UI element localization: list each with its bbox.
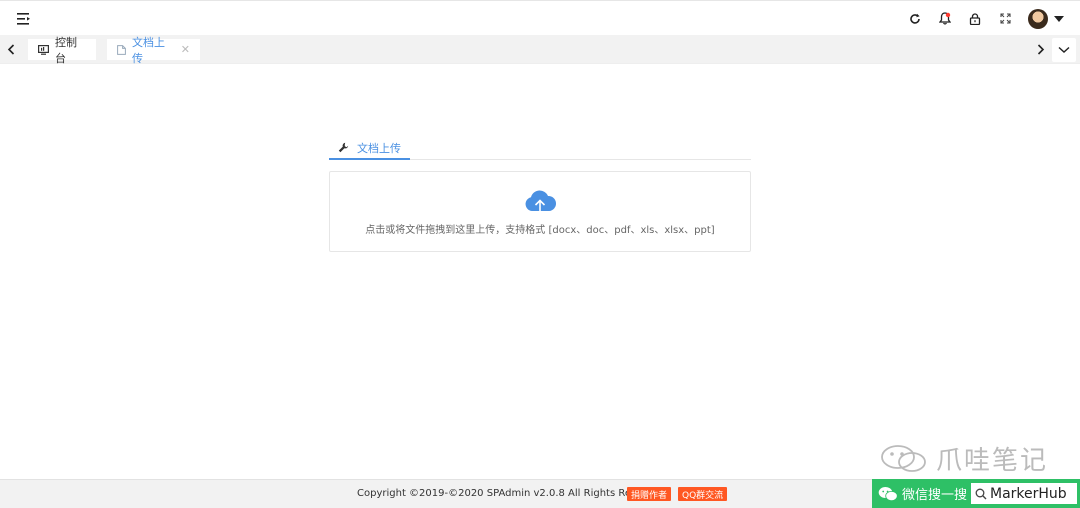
close-icon[interactable]: ✕ bbox=[181, 43, 190, 56]
donate-button[interactable]: 捐赠作者 bbox=[627, 487, 672, 501]
tab-upload-panel[interactable]: 文档上传 bbox=[329, 137, 410, 160]
wechat-logo-icon bbox=[880, 444, 928, 474]
lock-icon bbox=[969, 12, 981, 25]
monitor-icon bbox=[38, 44, 49, 55]
copyright-text: Copyright ©2019-©2020 SPAdmin v2.0.8 All… bbox=[357, 488, 665, 499]
tab-upload-panel-label: 文档上传 bbox=[357, 141, 401, 155]
lock-screen-button[interactable] bbox=[960, 1, 990, 36]
wechat-search-label: 微信搜一搜 bbox=[902, 488, 968, 503]
tab-console-label: 控制台 bbox=[55, 35, 77, 65]
upload-hint: 点击或将文件拖拽到这里上传，支持格式 [docx、doc、pdf、xls、xls… bbox=[365, 225, 715, 236]
fullscreen-icon bbox=[999, 13, 1011, 24]
tab-document-upload[interactable]: 文档上传 ✕ bbox=[107, 36, 200, 65]
watermark: 爪哇笔记 bbox=[880, 440, 1048, 477]
tab-more-button[interactable] bbox=[1052, 38, 1076, 62]
tab-scroll-left-button[interactable] bbox=[0, 35, 22, 64]
search-icon bbox=[975, 488, 987, 500]
avatar[interactable] bbox=[1028, 8, 1048, 29]
refresh-button[interactable] bbox=[900, 1, 930, 36]
document-icon bbox=[117, 44, 126, 55]
wrench-icon bbox=[338, 142, 349, 153]
chevron-right-icon bbox=[1037, 44, 1045, 55]
refresh-icon bbox=[910, 13, 920, 24]
notification-button[interactable] bbox=[930, 1, 960, 36]
upload-panel-tabs: 文档上传 bbox=[329, 137, 751, 160]
chevron-left-icon bbox=[7, 44, 15, 55]
chevron-down-icon bbox=[1058, 46, 1070, 53]
top-header bbox=[0, 0, 1080, 35]
chevron-down-icon[interactable] bbox=[1054, 15, 1064, 22]
header-actions bbox=[900, 1, 1080, 36]
bell-icon bbox=[939, 12, 951, 25]
watermark-text: 爪哇笔记 bbox=[936, 446, 1049, 476]
tab-document-upload-label: 文档上传 bbox=[132, 35, 165, 65]
wechat-search-input[interactable]: MarkerHub bbox=[971, 483, 1078, 504]
tab-scroll-right-button[interactable] bbox=[1030, 35, 1052, 64]
qq-group-button[interactable]: QQ群交流 bbox=[678, 487, 728, 501]
wechat-icon bbox=[878, 486, 898, 502]
cloud-upload-icon bbox=[525, 190, 557, 216]
fullscreen-button[interactable] bbox=[990, 1, 1020, 36]
menu-toggle-button[interactable] bbox=[14, 10, 34, 28]
upload-dropzone[interactable]: 点击或将文件拖拽到这里上传，支持格式 [docx、doc、pdf、xls、xls… bbox=[329, 171, 751, 252]
wechat-search-value: MarkerHub bbox=[990, 485, 1067, 502]
tab-console[interactable]: 控制台 bbox=[28, 36, 96, 65]
tab-bar: 控制台 文档上传 ✕ bbox=[0, 35, 1080, 65]
menu-icon bbox=[17, 13, 30, 25]
wechat-search-bar: 微信搜一搜 MarkerHub bbox=[872, 479, 1080, 508]
